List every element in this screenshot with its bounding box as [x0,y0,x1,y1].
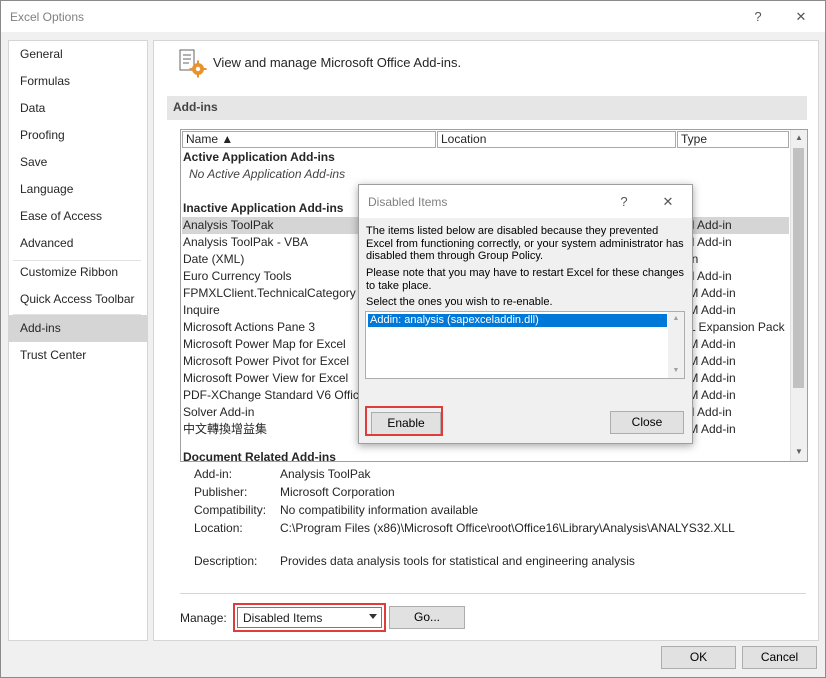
title-bar: Excel Options ? ✕ [1,1,825,32]
dialog-title: Disabled Items [368,195,448,209]
row-name: Solver Add-in [183,405,255,419]
detail-compat-label: Compatibility: [194,503,267,517]
group-active-empty: No Active Application Add-ins [189,167,346,181]
section-title: Add-ins [173,100,218,114]
nav-item-general[interactable]: General [9,41,147,68]
nav-item-advanced[interactable]: Advanced [9,230,147,257]
scroll-down-icon[interactable]: ▼ [668,364,684,378]
group-inactive: Inactive Application Add-ins [183,201,344,215]
options-nav: General Formulas Data Proofing Save Lang… [8,40,148,641]
dialog-help-icon[interactable]: ? [614,193,634,211]
nav-item-language[interactable]: Language [9,176,147,203]
row-name: FPMXLClient.TechnicalCategory [183,286,356,300]
row-name: Microsoft Power Map for Excel [183,337,346,351]
nav-item-proofing[interactable]: Proofing [9,122,147,149]
column-header-location[interactable]: Location [437,131,676,148]
manage-label: Manage: [180,611,227,625]
detail-addin-label: Add-in: [194,467,233,481]
scroll-down-icon[interactable]: ▼ [791,444,807,460]
row-name: Analysis ToolPak - VBA [183,235,309,249]
window-title: Excel Options [10,10,85,24]
scroll-up-icon[interactable]: ▲ [668,312,684,326]
detail-compat-value: No compatibility information available [280,503,479,517]
help-icon[interactable]: ? [748,8,768,26]
nav-item-add-ins[interactable]: Add-ins [9,315,147,342]
detail-location-label: Location: [194,521,243,535]
go-button[interactable]: Go... [389,606,465,629]
cancel-button[interactable]: Cancel [742,646,817,669]
highlight-enable [365,406,443,436]
dialog-close-button[interactable]: Close [610,411,684,434]
scroll-up-icon[interactable]: ▲ [791,130,807,146]
detail-addin-value: Analysis ToolPak [280,467,371,481]
ok-button[interactable]: OK [661,646,736,669]
disabled-items-list[interactable]: Addin: analysis (sapexceladdin.dll) ▲ ▼ [365,311,685,379]
detail-description-value: Provides data analysis tools for statist… [280,554,635,568]
list-scrollbar[interactable]: ▲ ▼ [790,130,807,461]
disabled-items-dialog: Disabled Items ? ✕ The items listed belo… [358,184,693,444]
row-name: Date (XML) [183,252,245,266]
nav-item-ease-of-access[interactable]: Ease of Access [9,203,147,230]
panel-header: View and manage Microsoft Office Add-ins… [213,55,462,70]
section-header: Add-ins [167,96,807,120]
detail-publisher-label: Publisher: [194,485,248,499]
nav-item-save[interactable]: Save [9,149,147,176]
dialog-title-bar: Disabled Items ? ✕ [359,185,692,218]
group-active: Active Application Add-ins [183,150,335,164]
divider [180,593,806,594]
row-type: ML Expansion Pack [679,320,785,334]
scroll-thumb[interactable] [793,148,804,388]
row-name: Inquire [183,303,220,317]
list-item[interactable]: Addin: analysis (sapexceladdin.dll) [368,314,667,327]
dialog-message: The items listed below are disabled beca… [366,225,684,262]
close-icon[interactable]: ✕ [791,8,811,26]
dialog-close-icon[interactable]: ✕ [658,193,678,211]
row-name: PDF-XChange Standard V6 Office [183,388,366,402]
row-name: Microsoft Power Pivot for Excel [183,354,350,368]
list-scrollbar[interactable]: ▲ ▼ [668,312,684,378]
highlight-manage [233,603,386,632]
add-ins-icon [178,48,208,81]
row-name: 中文轉換增益集 [183,422,268,436]
row-name: Microsoft Power View for Excel [183,371,349,385]
detail-description-label: Description: [194,554,258,568]
nav-item-data[interactable]: Data [9,95,147,122]
row-name: Microsoft Actions Pane 3 [183,320,316,334]
detail-location-value: C:\Program Files (x86)\Microsoft Office\… [280,521,735,535]
nav-item-trust-center[interactable]: Trust Center [9,342,147,369]
column-header-type[interactable]: Type [677,131,789,148]
group-document: Document Related Add-ins [183,450,336,462]
nav-item-formulas[interactable]: Formulas [9,68,147,95]
row-name: Euro Currency Tools [183,269,292,283]
nav-item-customize-ribbon[interactable]: Customize Ribbon [9,259,147,286]
dialog-instruction: Select the ones you wish to re-enable. [366,296,553,308]
row-name: Analysis ToolPak [183,218,274,232]
nav-item-quick-access-toolbar[interactable]: Quick Access Toolbar [9,286,147,313]
detail-publisher-value: Microsoft Corporation [280,485,395,499]
dialog-note: Please note that you may have to restart… [366,267,684,292]
column-header-name[interactable]: Name ▲ [182,131,436,148]
